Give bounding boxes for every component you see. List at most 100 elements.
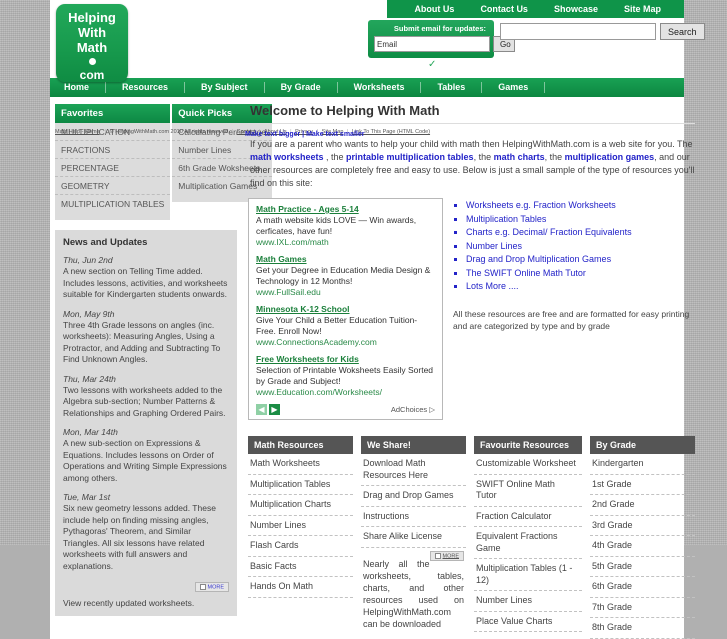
nav-item-games[interactable]: Games (482, 82, 546, 93)
column-by-grade: By Grade Kindergarten 1st Grade 2nd Grad… (590, 436, 695, 639)
search-input[interactable] (500, 23, 656, 40)
news-text: Three 4th Grade lessons on angles (inc. … (63, 319, 221, 365)
link-math-charts[interactable]: math charts (494, 152, 545, 162)
column-item[interactable]: Number Lines (474, 591, 582, 612)
ad-footer: ◀ ▶ AdChoices ▷ (256, 404, 435, 415)
column-item[interactable]: Flash Cards (248, 536, 353, 557)
column-item[interactable]: Fraction Calculator (474, 507, 582, 527)
site-logo[interactable]: Helping With Math com (56, 4, 128, 82)
column-item[interactable]: Multiplication Tables (248, 475, 353, 495)
link-math-worksheets[interactable]: math worksheets (250, 152, 324, 162)
column-item[interactable]: Multiplication Tables (1 - 12) (474, 559, 582, 591)
column-item[interactable]: Math Worksheets (248, 454, 353, 475)
page-root: Helping With Math com About Us Contact U… (0, 0, 727, 639)
column-item[interactable]: 3rd Grade (590, 516, 695, 536)
column-favourite-resources: Favourite Resources Customizable Workshe… (474, 436, 582, 639)
topnav-item-showcase[interactable]: Showcase (541, 4, 611, 14)
news-date: Mon, Mar 14th (63, 427, 118, 437)
ad-desc: Get your Degree in Education Media Desig… (256, 265, 431, 286)
we-share-note: Nearly all the worksheets, tables, chart… (363, 558, 464, 629)
bullet-item[interactable]: Lots More .... (466, 280, 695, 294)
favorites-item[interactable]: FRACTIONS (55, 141, 171, 159)
ad-prev-arrow-icon[interactable]: ◀ (256, 404, 267, 415)
column-item[interactable]: SWIFT Online Math Tutor (474, 475, 582, 507)
ad-title[interactable]: Math Practice - Ages 5-14 (256, 204, 435, 214)
ad-url[interactable]: www.Education.com/Worksheets/ (256, 387, 435, 397)
column-item[interactable]: 5th Grade (590, 557, 695, 577)
adchoices-label[interactable]: AdChoices ▷ (391, 405, 435, 414)
favorites-item[interactable]: PERCENTAGE (55, 159, 171, 177)
column-item[interactable]: Number Lines (248, 516, 353, 536)
bullet-item[interactable]: Number Lines (466, 240, 695, 254)
column-item[interactable]: Kindergarten (590, 454, 695, 475)
column-item[interactable]: Multiplication Charts (248, 495, 353, 516)
news-text: A new section on Telling Time added. Inc… (63, 266, 228, 299)
ad-url[interactable]: www.FullSail.edu (256, 287, 435, 297)
favorites-item[interactable]: MULTIPLICATION TABLES (55, 195, 170, 212)
ad-desc: Give Your Child a Better Education Tuiti… (256, 315, 418, 336)
search-button[interactable]: Search (660, 23, 705, 40)
ad-title[interactable]: Free Worksheets for Kids (256, 354, 435, 364)
resource-bullet-list: Worksheets e.g. Fraction Worksheets Mult… (453, 198, 695, 420)
ad-url[interactable]: www.IXL.com/math (256, 237, 435, 247)
we-share-more-label: MORE (442, 552, 460, 559)
column-item[interactable]: Share Alike License (361, 527, 466, 548)
nav-item-by-subject[interactable]: By Subject (185, 82, 265, 93)
nav-item-home[interactable]: Home (50, 82, 107, 93)
news-more-button[interactable]: MORE (194, 582, 229, 593)
ad-title[interactable]: Minnesota K-12 School (256, 304, 435, 314)
breadcrumb-home[interactable]: Math Help - Home (55, 129, 100, 135)
column-item[interactable]: 2nd Grade (590, 495, 695, 516)
nav-item-tables[interactable]: Tables (421, 82, 483, 93)
column-item[interactable]: 6th Grade (590, 577, 695, 598)
bullet-item[interactable]: Drag and Drop Multiplication Games (466, 253, 695, 267)
column-item[interactable]: Instructions (361, 507, 466, 527)
ad-block: Math Practice - Ages 5-14 A math website… (248, 198, 443, 420)
column-item[interactable]: Hands On Math (248, 577, 353, 598)
page-title: Welcome to Helping With Math (250, 103, 440, 118)
column-item[interactable]: Customizable Worksheet (474, 454, 582, 475)
left-sidebar: Favorites MULTIPLICATION FRACTIONS PERCE… (50, 97, 273, 639)
column-item[interactable]: 7th Grade (590, 598, 695, 618)
news-and-updates-panel: News and Updates Thu, Jun 2nd A new sect… (55, 230, 237, 617)
column-item[interactable]: Drag and Drop Games (361, 486, 466, 507)
footer-columns: Math Resources Math Worksheets Multiplic… (248, 436, 695, 639)
column-item[interactable]: Download Math Resources Here (361, 454, 466, 486)
column-item[interactable]: Equivalent Fractions Game (474, 527, 582, 559)
news-view-link[interactable]: View recently updated worksheets. (63, 592, 229, 608)
column-title: We Share! (361, 436, 466, 454)
email-signup-label: Submit email for updates: (393, 24, 486, 33)
text-resize-control[interactable]: Make text bigger | Make text smaller (245, 131, 364, 138)
topnav-item-contact-us[interactable]: Contact Us (467, 4, 541, 14)
bullet-item[interactable]: Charts e.g. Decimal/ Fraction Equivalent… (466, 226, 695, 240)
column-item[interactable]: Place Value Charts (474, 612, 582, 632)
link-multiplication-games[interactable]: multiplication games (565, 152, 655, 162)
email-input[interactable] (374, 36, 490, 52)
topnav-item-site-map[interactable]: Site Map (611, 4, 674, 14)
news-more-label: MORE (207, 584, 225, 591)
checkmark-icon: ✓ (428, 59, 437, 70)
adchoices-text: AdChoices (390, 405, 428, 414)
page-body: Favorites MULTIPLICATION FRACTIONS PERCE… (50, 97, 695, 639)
bullet-item[interactable]: The SWIFT Online Math Tutor (466, 267, 695, 281)
intro-text-1: If you are a parent who wants to help yo… (250, 139, 693, 149)
column-item[interactable]: 1st Grade (590, 475, 695, 495)
nav-item-worksheets[interactable]: Worksheets (338, 82, 422, 93)
ad-url[interactable]: www.ConnectionsAcademy.com (256, 337, 435, 347)
ad-title[interactable]: Math Games (256, 254, 435, 264)
link-printable-multiplication-tables[interactable]: printable multiplication tables (346, 152, 474, 162)
bullet-item[interactable]: Multiplication Tables (466, 213, 695, 227)
column-item[interactable]: 4th Grade (590, 536, 695, 557)
bullets-note: All these resources are free and are for… (453, 308, 690, 331)
bullet-item[interactable]: Worksheets e.g. Fraction Worksheets (466, 199, 695, 213)
column-item[interactable]: 8th Grade (590, 618, 695, 639)
ad-next-arrow-icon[interactable]: ▶ (269, 404, 280, 415)
nav-item-resources[interactable]: Resources (106, 82, 186, 93)
favorites-title: Favorites (55, 104, 171, 123)
column-item[interactable]: Basic Facts (248, 557, 353, 577)
nav-item-by-grade[interactable]: By Grade (265, 82, 338, 93)
favorites-item[interactable]: GEOMETRY (55, 177, 171, 195)
more-square-icon (199, 584, 206, 590)
we-share-more-button[interactable]: MORE (429, 550, 464, 561)
topnav-item-about-us[interactable]: About Us (401, 4, 467, 14)
